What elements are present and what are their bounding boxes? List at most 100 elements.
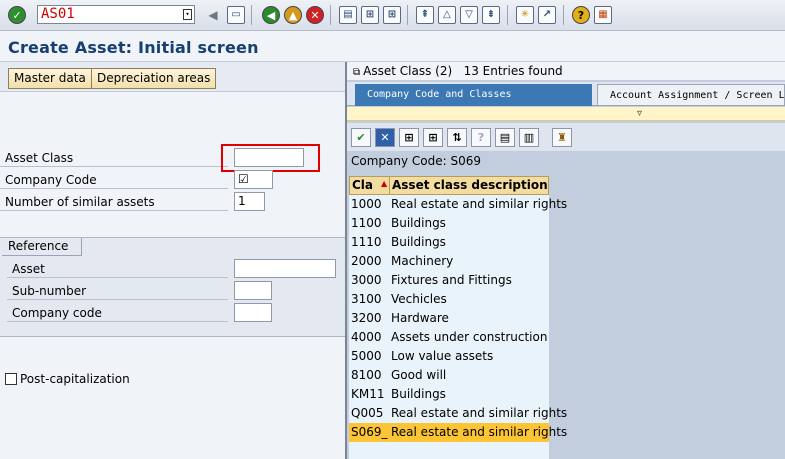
cell-asset-class-description: Buildings — [391, 216, 446, 230]
command-field-value: AS01 — [41, 6, 75, 22]
command-history-dropdown-icon[interactable]: ▾ — [183, 9, 192, 20]
table-row[interactable]: S069_ Real estate and similar rights — [349, 423, 567, 442]
reference-asset-input[interactable] — [234, 259, 336, 278]
table-row[interactable]: 1000 Real estate and similar rights — [349, 195, 567, 214]
create-session-icon[interactable]: ✳ — [516, 6, 534, 24]
personal-list-icon[interactable]: ♜ — [552, 128, 572, 147]
cell-asset-class: 2000 — [351, 254, 382, 268]
company-code-restriction: Company Code: S069 — [351, 154, 482, 168]
page-title: Create Asset: Initial screen — [8, 38, 259, 57]
post-capitalization-checkbox[interactable] — [5, 373, 17, 385]
reference-company-code-input[interactable] — [234, 303, 272, 322]
export-icon[interactable]: ▥ — [519, 128, 539, 147]
highlight-box — [221, 144, 320, 172]
company-code-label: Company Code — [0, 171, 228, 189]
tab-scroll-strip[interactable]: ▿ — [347, 107, 785, 121]
post-capitalization-option[interactable]: Post-capitalization — [5, 372, 130, 386]
cell-asset-class-description: Assets under construction — [391, 330, 548, 344]
print-icon[interactable]: ▤ — [339, 6, 357, 24]
cell-asset-class-description: Fixtures and Fittings — [391, 273, 512, 287]
cancel-icon[interactable]: ✕ — [306, 6, 324, 24]
asset-class-label: Asset Class — [0, 149, 228, 167]
system-toolbar: ✓ AS01 ▾ ◀ ▭ ◀ ▲ ✕ ▤ ⊞ ⊞ ⇞ △ ▽ ⇟ ✳ ↗ ? ▦ — [0, 0, 785, 31]
toolbar-separator — [251, 5, 252, 25]
company-code-checkbox-icon: ☑ — [238, 172, 249, 186]
cell-asset-class: S069_ — [351, 425, 388, 439]
cell-asset-class: 1110 — [351, 235, 382, 249]
previous-page-icon[interactable]: △ — [438, 6, 456, 24]
find-next-icon[interactable]: ⊞ — [383, 6, 401, 24]
accept-icon[interactable]: ✔ — [351, 128, 371, 147]
help-icon[interactable]: ? — [572, 6, 590, 24]
reference-subnumber-label: Sub-number — [7, 282, 228, 300]
master-data-button[interactable]: Master data — [8, 68, 92, 89]
find-next-icon[interactable]: ⊞ — [423, 128, 443, 147]
command-field[interactable]: AS01 ▾ — [37, 5, 195, 24]
first-page-icon[interactable]: ⇞ — [416, 6, 434, 24]
shortcut-icon[interactable]: ↗ — [538, 6, 556, 24]
number-of-similar-assets-input[interactable]: 1 — [234, 192, 265, 211]
toolbar-separator — [330, 5, 331, 25]
depreciation-areas-button[interactable]: Depreciation areas — [91, 68, 217, 89]
cell-asset-class: Q005 — [351, 406, 384, 420]
table-row[interactable]: 4000 Assets under construction — [349, 328, 549, 347]
table-row[interactable]: KM11 Buildings — [349, 385, 549, 404]
last-page-icon[interactable]: ⇟ — [482, 6, 500, 24]
toolbar-separator — [507, 5, 508, 25]
find-icon[interactable]: ⊞ — [399, 128, 419, 147]
cell-asset-class: 4000 — [351, 330, 382, 344]
number-of-similar-assets-label: Number of similar assets — [0, 193, 228, 211]
cell-asset-class: KM11 — [351, 387, 385, 401]
tabstrip: Company Code and Classes Account Assignm… — [347, 82, 785, 106]
table-row[interactable]: 3000 Fixtures and Fittings — [349, 271, 549, 290]
cell-asset-class: 3100 — [351, 292, 382, 306]
cell-asset-class-description: Real estate and similar rights — [391, 425, 568, 439]
table-row[interactable]: 3100 Vechicles — [349, 290, 549, 309]
table-row[interactable]: 8100 Good will — [349, 366, 549, 385]
find-icon[interactable]: ⊞ — [361, 6, 379, 24]
collapse-icon[interactable]: ◀ — [204, 6, 222, 24]
reference-title: Reference — [2, 238, 82, 256]
table-row[interactable]: 5000 Low value assets — [349, 347, 549, 366]
cell-asset-class-description: Hardware — [391, 311, 449, 325]
next-page-icon[interactable]: ▽ — [460, 6, 478, 24]
cell-asset-class-description: Real estate and similar rights — [391, 406, 568, 420]
column-header-class[interactable]: Cla ▲ — [350, 177, 390, 194]
table-row[interactable]: 2000 Machinery — [349, 252, 549, 271]
table-row[interactable]: 1110 Buildings — [349, 233, 549, 252]
exit-icon[interactable]: ▲ — [284, 6, 302, 24]
cell-asset-class-description: Buildings — [391, 387, 446, 401]
popup-toolbar: ✔ ✕ ⊞ ⊞ ⇅ ? ▤ ▥ ♜ — [347, 123, 785, 151]
cell-asset-class: 3000 — [351, 273, 382, 287]
table-row[interactable]: Q005 Real estate and similar rights — [349, 404, 567, 423]
sort-icon[interactable]: ⇅ — [447, 128, 467, 147]
application-toolbar: Master data Depreciation areas — [0, 62, 347, 92]
print-icon[interactable]: ▤ — [495, 128, 515, 147]
toolbar-separator — [407, 5, 408, 25]
tab-company-code-and-classes[interactable]: Company Code and Classes — [355, 84, 592, 106]
popup-title-text: Asset Class (2) 13 Entries found — [363, 64, 563, 78]
back-icon[interactable]: ◀ — [262, 6, 280, 24]
scroll-position-icon: ▿ — [637, 108, 643, 119]
cell-asset-class-description: Real estate and similar rights — [391, 197, 568, 211]
reference-asset-label: Asset — [7, 260, 228, 278]
sort-ascending-icon: ▲ — [381, 179, 388, 188]
asset-class-search-help: ⧉ Asset Class (2) 13 Entries found Compan… — [347, 62, 785, 459]
customize-layout-icon[interactable]: ▦ — [594, 6, 612, 24]
enter-icon[interactable]: ✓ — [8, 6, 26, 24]
cancel-icon[interactable]: ✕ — [375, 128, 395, 147]
cell-asset-class-description: Machinery — [391, 254, 454, 268]
column-header-description[interactable]: Asset class description — [390, 177, 548, 194]
post-capitalization-label: Post-capitalization — [20, 372, 130, 386]
reference-subnumber-input[interactable] — [234, 281, 272, 300]
popup-title: ⧉ Asset Class (2) 13 Entries found — [347, 62, 785, 80]
results-table-header: Cla ▲ Asset class description — [349, 176, 549, 195]
cell-asset-class: 1100 — [351, 216, 382, 230]
company-code-input[interactable]: ☑ — [234, 170, 273, 189]
cell-asset-class-description: Low value assets — [391, 349, 494, 363]
save-icon[interactable]: ▭ — [227, 6, 245, 24]
table-row[interactable]: 3200 Hardware — [349, 309, 549, 328]
table-row[interactable]: 1100 Buildings — [349, 214, 549, 233]
toolbar-separator — [563, 5, 564, 25]
tab-account-assignment[interactable]: Account Assignment / Screen La — [597, 84, 785, 106]
